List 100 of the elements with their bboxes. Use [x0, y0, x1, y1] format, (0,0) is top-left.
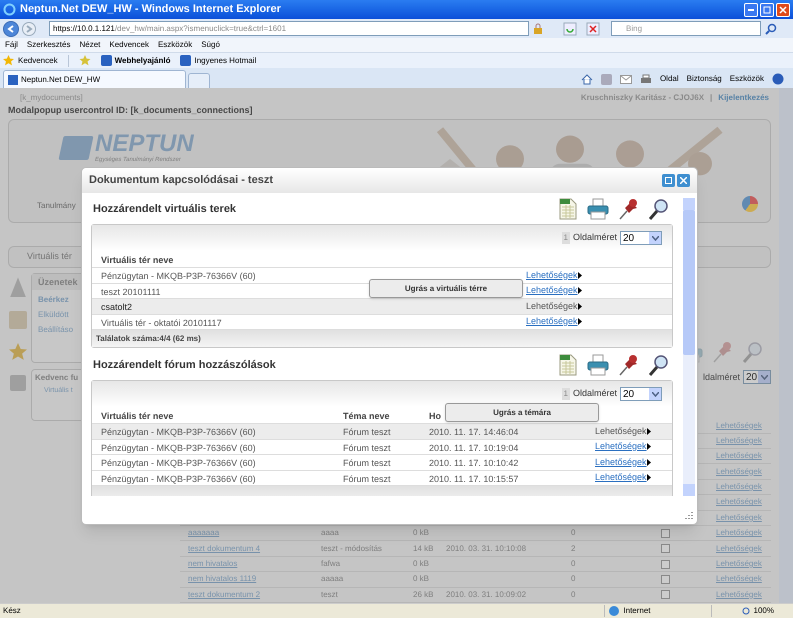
panel-title: Kedvenc fu — [35, 372, 78, 384]
calendar-icon — [10, 375, 26, 392]
options-link[interactable]: Lehetőségek — [526, 268, 582, 282]
table-row[interactable]: Virtuális tér - oktatói 20101117 Lehetőségek — [92, 314, 672, 330]
table-cell-text: 0 kB — [413, 573, 430, 586]
column-header[interactable]: Ho — [429, 411, 441, 421]
table-cell-text: aaaa — [321, 527, 340, 540]
triangle-icon — [646, 474, 651, 482]
zoom-level[interactable]: 100% — [754, 605, 774, 617]
spreadsheet-icon[interactable] — [559, 198, 577, 220]
window-title: Neptun.Net DEW_HW - Windows Internet Explorer — [20, 2, 281, 18]
resize-grip-icon[interactable] — [684, 511, 693, 520]
table-cell: Virtuális tér - oktatói 20101117 — [101, 318, 222, 328]
envelope-icon — [9, 311, 27, 330]
menu-item[interactable]: Súgó — [201, 39, 220, 51]
printer-icon[interactable] — [587, 198, 609, 220]
maximize-button[interactable] — [760, 2, 774, 16]
options-link[interactable]: Lehetőségek — [526, 315, 582, 328]
table-cell-text: 0 — [571, 588, 576, 601]
favorites-button[interactable]: Kedvencek — [18, 54, 58, 66]
options-link[interactable]: Lehetőségek — [595, 440, 651, 454]
zoom-icon[interactable] — [742, 606, 751, 616]
close-button[interactable] — [677, 174, 690, 187]
column-header[interactable]: Virtuális tér neve — [101, 411, 174, 421]
checkbox[interactable] — [661, 528, 670, 538]
table-cell: 2010. 11. 17. 10:19:04 — [429, 442, 518, 453]
table-cell: Pénzügytan - MKQB-P3P-76366V (60) — [101, 458, 256, 468]
search-field[interactable]: Bing — [611, 21, 761, 36]
triangle-icon — [578, 287, 582, 294]
column-header[interactable]: Virtuális tér neve — [101, 255, 174, 265]
dropdown-icon — [760, 374, 768, 380]
table-cell-text: fafwa — [321, 558, 342, 570]
star-icon[interactable] — [3, 55, 14, 66]
triangle-icon — [646, 458, 651, 466]
page-size-select[interactable]: 20 — [620, 231, 662, 245]
refresh-icon[interactable] — [563, 22, 577, 36]
printer-icon[interactable] — [640, 74, 652, 84]
table-row[interactable]: Pénzügytan - MKQB-P3P-76366V (60) Lehetőségek — [92, 268, 672, 284]
page-size-select[interactable]: 20 — [620, 387, 662, 401]
lock-icon[interactable] — [532, 22, 544, 34]
close-icon[interactable] — [586, 22, 600, 36]
section-title: Hozzárendelt virtuális terek — [93, 202, 236, 217]
column-header[interactable]: Téma neve — [343, 411, 390, 421]
table-cell-text: aaaaa — [321, 573, 344, 586]
home-icon[interactable] — [580, 74, 593, 84]
table-row[interactable]: Pénzügytan - MKQB-P3P-76366V (60) Fórum teszt 2010. 11. 17. 14:46:04 Lehetőségek — [92, 424, 672, 440]
options-link[interactable]: Lehetőségek — [526, 300, 582, 313]
table-row[interactable]: csatolt2 Lehetőségek — [92, 299, 672, 314]
command-menu[interactable]: Eszközök — [730, 73, 764, 85]
table-row[interactable]: Pénzügytan - MKQB-P3P-76366V (60) Fórum teszt 2010. 11. 17. 10:10:42 Lehetőségek — [92, 455, 672, 470]
spreadsheet-icon[interactable] — [559, 354, 577, 376]
checkbox[interactable] — [661, 544, 670, 554]
table-cell: teszt 20101111 — [101, 286, 161, 297]
table-cell: Fórum teszt — [343, 442, 391, 453]
checkbox[interactable] — [661, 590, 670, 600]
menu-item[interactable]: Fájl — [5, 39, 18, 51]
pushpin-icon[interactable] — [619, 354, 639, 376]
command-menu[interactable]: Oldal — [660, 73, 679, 85]
pushpin-icon[interactable] — [619, 198, 639, 220]
table-row[interactable]: Pénzügytan - MKQB-P3P-76366V (60) Fórum teszt 2010. 11. 17. 10:19:04 Lehetőségek — [92, 440, 672, 455]
table-cell: 2010. 11. 17. 10:10:42 — [429, 458, 518, 468]
table-cell-text: 2010. 03. 31. 10:10:08 — [446, 542, 528, 555]
search-icon[interactable] — [649, 198, 669, 220]
checkbox[interactable] — [661, 574, 670, 584]
table-cell-text: 2 — [571, 542, 576, 555]
help-icon[interactable] — [772, 73, 784, 85]
browser-tab[interactable]: Neptun.Net DEW_HW — [3, 70, 186, 88]
dropdown-icon — [652, 236, 658, 240]
command-menu[interactable]: Biztonság — [686, 73, 722, 85]
address-field[interactable]: https://10.0.1.121/dev_hw/main.aspx?ismenuclick=true&ctrl=1601 — [49, 21, 529, 36]
table-cell-text: teszt — [321, 588, 339, 601]
search-icon[interactable] — [649, 354, 669, 376]
options-link[interactable]: Lehetőségek — [595, 456, 651, 469]
dropdown-icon — [652, 392, 658, 396]
page-size-select[interactable]: 20 — [743, 370, 771, 384]
table-row[interactable]: Pénzügytan - MKQB-P3P-76366V (60) Fórum teszt 2010. 11. 17. 10:15:57 Lehetőségek — [92, 470, 672, 486]
back-button[interactable] — [3, 20, 19, 36]
maximize-button[interactable] — [662, 174, 675, 187]
modal-scrollbar[interactable] — [683, 198, 695, 496]
checkbox[interactable] — [661, 560, 670, 569]
panel-title: Üzenetek — [38, 276, 78, 289]
menu-item[interactable]: Szerkesztés — [26, 39, 70, 51]
menu-item[interactable]: Nézet — [79, 39, 100, 51]
square-logo-icon — [180, 55, 192, 66]
options-link[interactable]: Lehetőségek — [526, 284, 582, 298]
printer-icon[interactable] — [587, 354, 609, 376]
close-icon — [779, 6, 787, 14]
options-link[interactable]: Lehetőségek — [595, 471, 651, 484]
maximize-icon — [763, 6, 771, 14]
favorite-link[interactable]: Ingyenes Hotmail — [194, 54, 256, 66]
table-cell: Fórum teszt — [343, 474, 391, 484]
options-link[interactable]: Lehetőségek — [595, 424, 651, 438]
menu-item[interactable]: Eszközök — [158, 39, 192, 51]
menu-item[interactable]: Kedvencek — [109, 39, 149, 51]
close-icon — [680, 177, 687, 184]
minimize-button[interactable] — [744, 2, 758, 16]
mail-icon[interactable] — [620, 74, 632, 84]
table-cell: Fórum teszt — [343, 427, 391, 438]
favorite-link[interactable]: Webhelyajánló — [114, 54, 170, 66]
close-button[interactable] — [776, 2, 790, 16]
